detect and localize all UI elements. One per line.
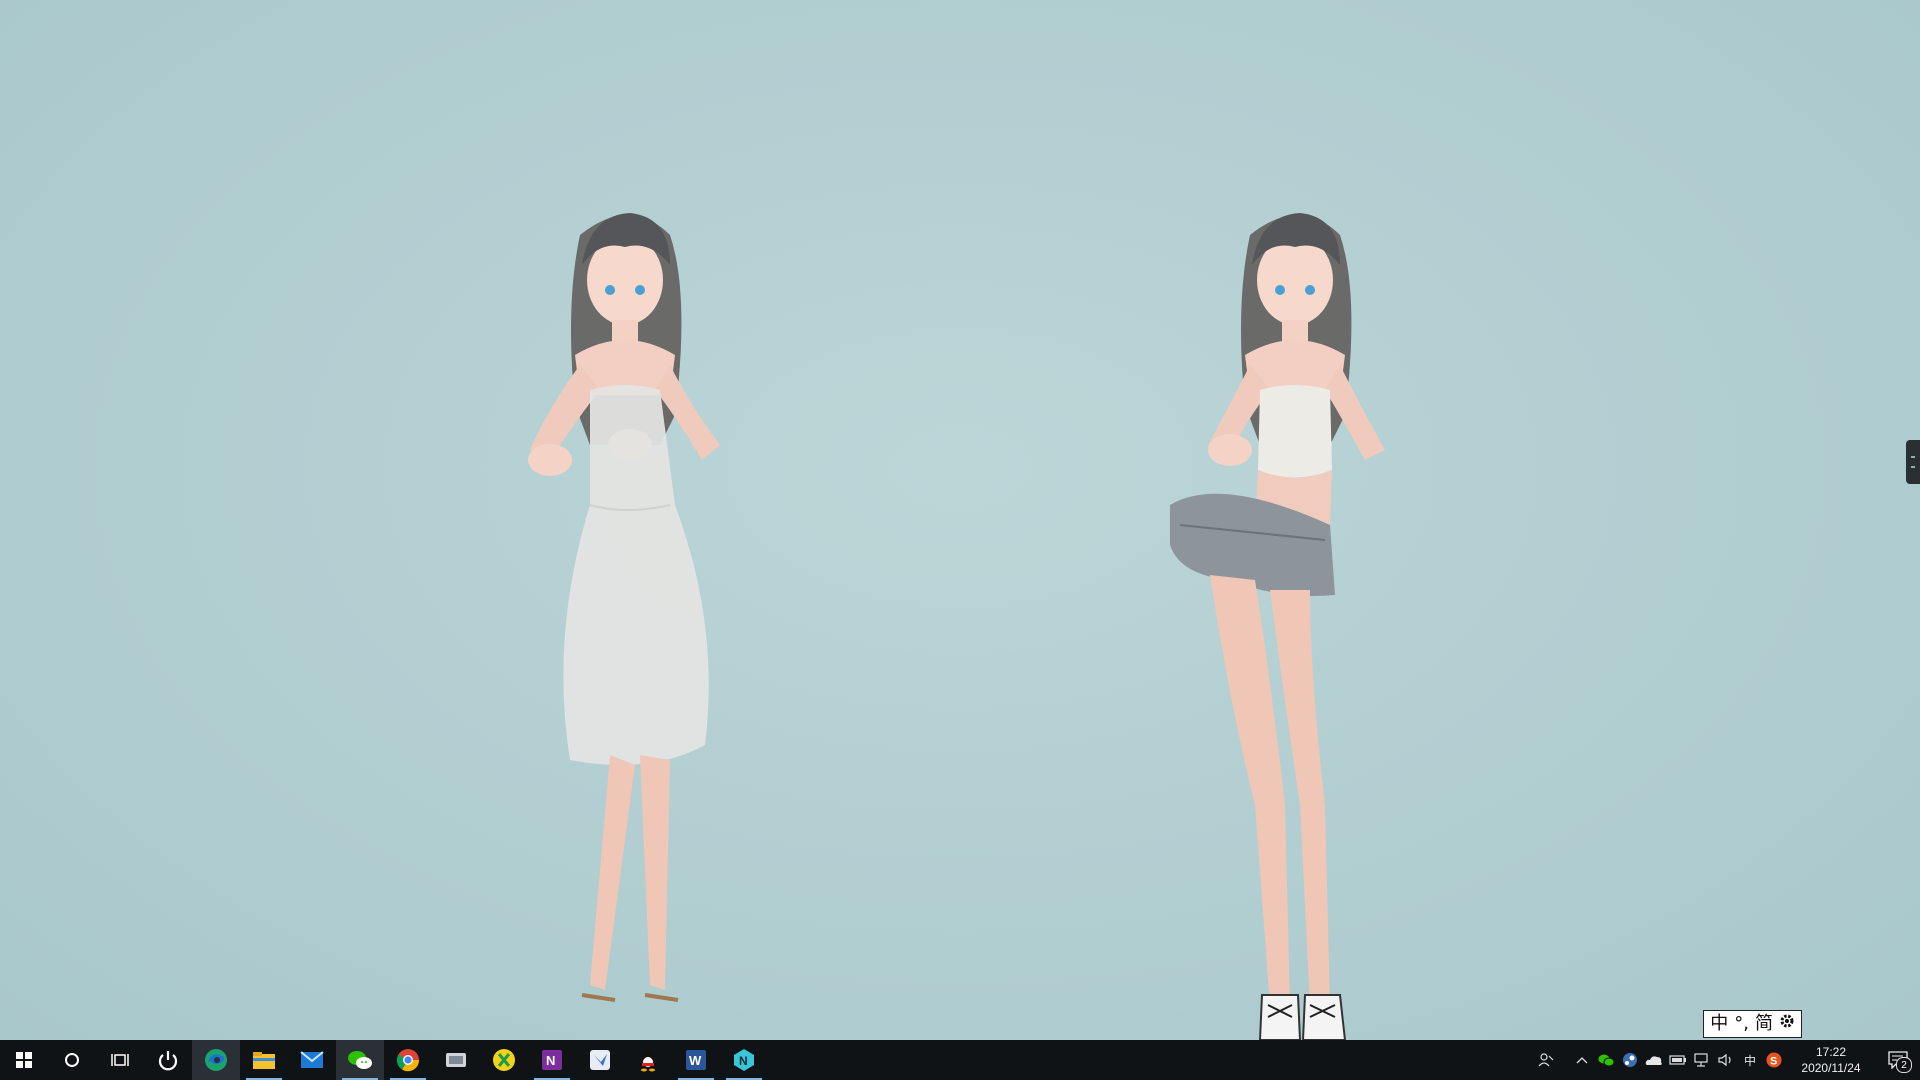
system-tray: 中 S 17:22 2020/11/24 2 <box>1534 1040 1920 1080</box>
sogou-ime-icon[interactable]: S <box>1762 1040 1786 1080</box>
clock-date: 2020/11/24 <box>1801 1061 1861 1075</box>
battery-icon[interactable] <box>1666 1040 1690 1080</box>
clock-time: 17:22 <box>1815 1045 1847 1059</box>
edge-icon[interactable] <box>192 1040 240 1080</box>
ime-mode-toggle[interactable]: 中 <box>1708 1012 1730 1036</box>
wechat-tray-icon[interactable] <box>1594 1040 1618 1080</box>
desktop-wallpaper <box>0 0 1920 1040</box>
cortana-circle-icon[interactable] <box>48 1040 96 1080</box>
app-generic-icon[interactable] <box>432 1040 480 1080</box>
edge-widget-handle[interactable] <box>1906 440 1920 484</box>
action-center-button[interactable]: 2 <box>1876 1040 1920 1080</box>
gear-icon[interactable] <box>1777 1012 1797 1036</box>
ime-charset-toggle[interactable]: 简 <box>1753 1012 1775 1036</box>
wallpaper-figure-right <box>1170 213 1385 1040</box>
windows-logo-icon[interactable] <box>0 1040 48 1080</box>
svg-text:W: W <box>689 1053 702 1068</box>
wallpaper-figure-left <box>528 213 720 1002</box>
chevron-up-icon[interactable] <box>1570 1040 1594 1080</box>
word-icon[interactable]: W <box>672 1040 720 1080</box>
notification-badge: 2 <box>1896 1057 1912 1073</box>
people-icon[interactable] <box>1534 1040 1558 1080</box>
qq-icon[interactable] <box>624 1040 672 1080</box>
network-icon[interactable] <box>1690 1040 1714 1080</box>
steam-tray-icon[interactable] <box>1618 1040 1642 1080</box>
ime-punct-toggle[interactable]: °, <box>1732 1012 1751 1036</box>
wechat-icon[interactable] <box>336 1040 384 1080</box>
power-icon[interactable] <box>144 1040 192 1080</box>
svg-text:N: N <box>739 1054 748 1068</box>
xunlei-icon[interactable] <box>480 1040 528 1080</box>
taskbar: N W N 中 S 17:22 2020/11/24 2 <box>0 1040 1920 1080</box>
chrome-icon[interactable] <box>384 1040 432 1080</box>
n-app-icon[interactable]: N <box>720 1040 768 1080</box>
ime-toolbar[interactable]: 中 °, 简 <box>1703 1010 1802 1038</box>
onenote-icon[interactable]: N <box>528 1040 576 1080</box>
onedrive-cloud-icon[interactable] <box>1642 1040 1666 1080</box>
volume-icon[interactable] <box>1714 1040 1738 1080</box>
svg-text:S: S <box>1770 1056 1777 1068</box>
mail-icon[interactable] <box>288 1040 336 1080</box>
file-explorer-icon[interactable] <box>240 1040 288 1080</box>
taskbar-clock[interactable]: 17:22 2020/11/24 <box>1786 1040 1876 1080</box>
feishu-icon[interactable] <box>576 1040 624 1080</box>
task-view-icon[interactable] <box>96 1040 144 1080</box>
ime-indicator[interactable]: 中 <box>1738 1040 1762 1080</box>
svg-text:N: N <box>546 1053 555 1068</box>
